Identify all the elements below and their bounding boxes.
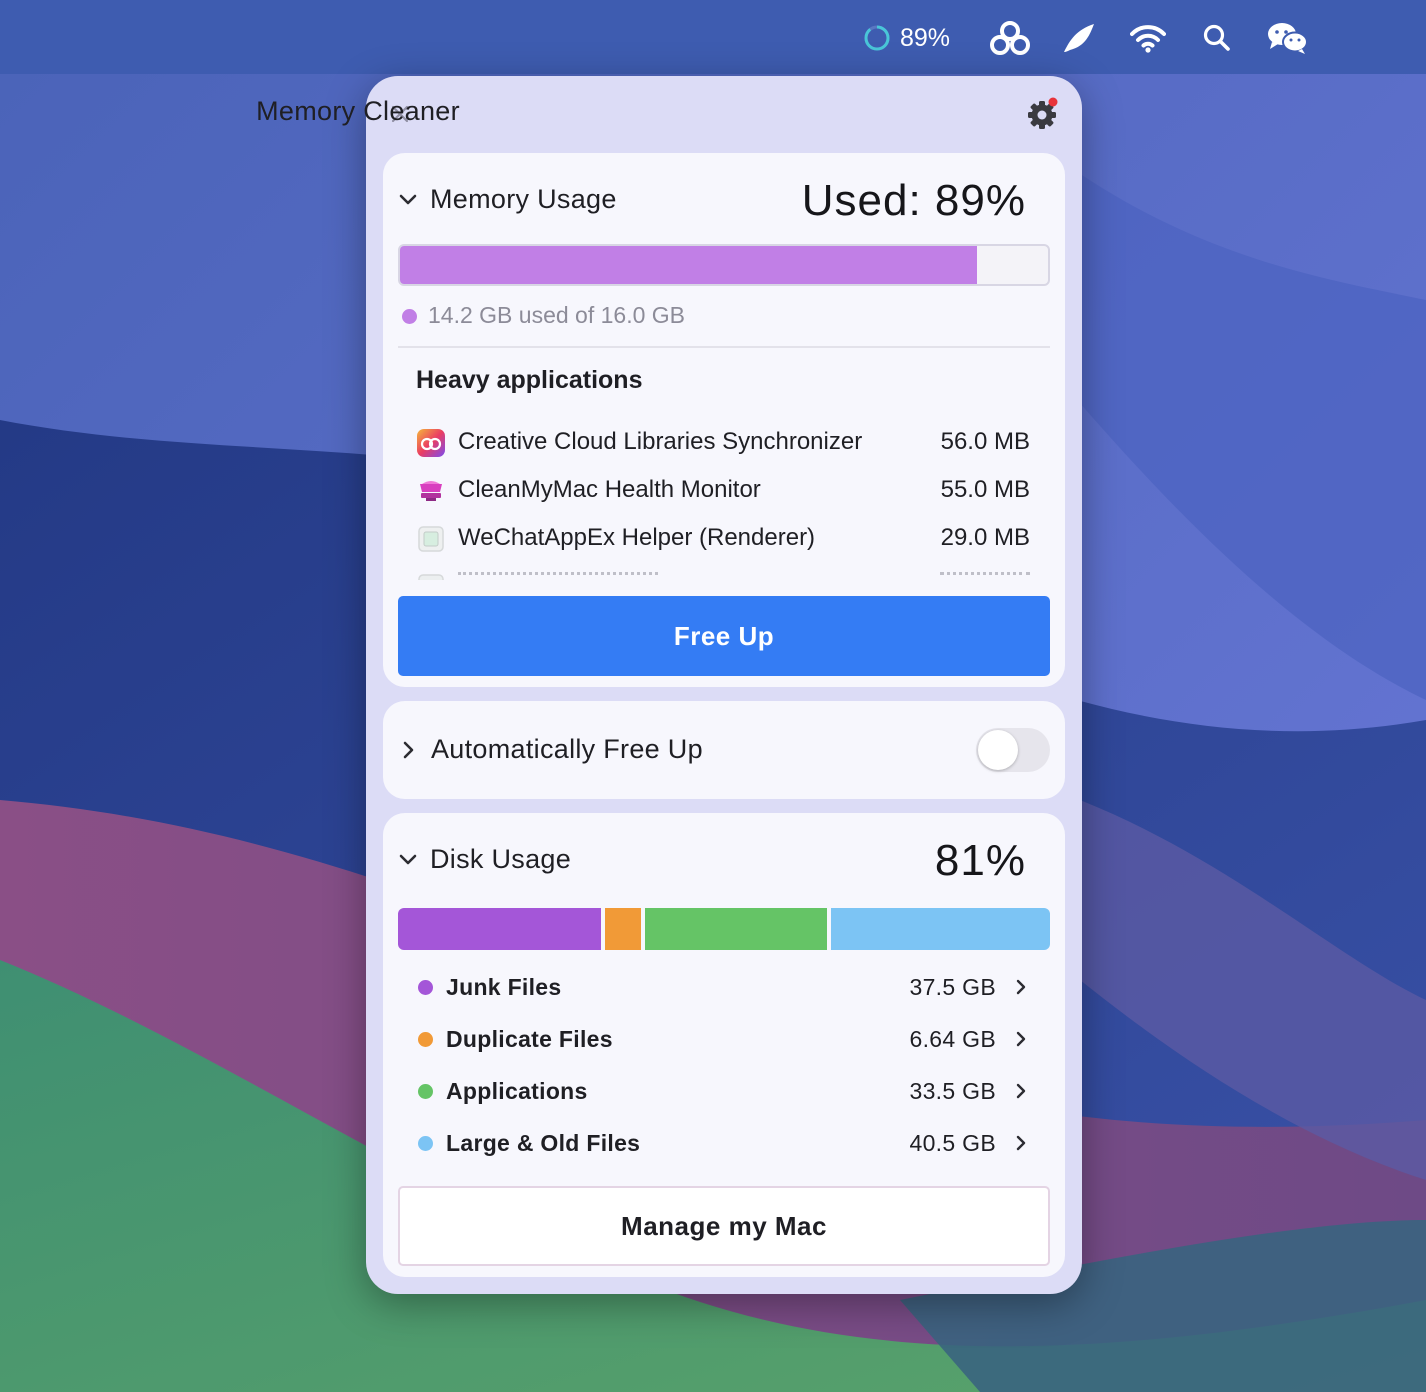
disk-row-size: 6.64 GB — [909, 1026, 996, 1052]
app-memory-size: 29.0 MB — [940, 524, 1030, 551]
chevron-down-icon[interactable] — [397, 849, 419, 871]
toggle-knob — [978, 730, 1018, 770]
disk-row-label: Applications — [446, 1078, 588, 1104]
app-row: WeChatAppEx Helper (Renderer) 29.0 MB — [398, 514, 1050, 562]
memory-summary-text: 14.2 GB used of 16.0 GB — [428, 302, 685, 328]
disk-row-size: 37.5 GB — [909, 974, 996, 1000]
memory-legend-dot — [402, 309, 417, 324]
disk-row-junk-files[interactable]: Junk Files 37.5 GB — [398, 964, 1050, 1012]
disk-row-label: Large & Old Files — [446, 1130, 641, 1156]
chevron-right-icon — [1016, 1031, 1026, 1047]
app-row-partially-hidden — [398, 562, 1050, 580]
heavy-app-list[interactable]: Creative Cloud Libraries Synchronizer 56… — [398, 418, 1050, 580]
chevron-right-icon — [1016, 1083, 1026, 1099]
panel-title: Memory Cleaner — [256, 96, 460, 126]
manage-my-mac-button[interactable]: Manage my Mac — [398, 1186, 1050, 1266]
spotlight-menu-item[interactable] — [1202, 18, 1232, 58]
disk-bar-segment-junk-files — [398, 908, 602, 950]
large-old-files-dot — [418, 1136, 433, 1151]
app-row: CleanMyMac Health Monitor 55.0 MB — [398, 466, 1050, 514]
free-up-button[interactable]: Free Up — [398, 596, 1050, 676]
chevron-right-icon[interactable] — [397, 739, 419, 761]
disk-row-size: 33.5 GB — [909, 1078, 996, 1104]
disk-usage-title: Disk Usage — [430, 844, 572, 874]
cleanmymac-icon — [420, 481, 442, 501]
disk-row-applications[interactable]: Applications 33.5 GB — [398, 1068, 1050, 1116]
feather-menu-item[interactable] — [1060, 18, 1096, 58]
hidden-app-name-fragment — [458, 572, 658, 580]
clover-icon — [990, 21, 1030, 55]
memory-status-text: 89% — [900, 23, 951, 52]
auto-free-up-toggle[interactable] — [976, 728, 1050, 772]
applications-dot — [418, 1084, 433, 1099]
app-name: WeChatAppEx Helper (Renderer) — [458, 524, 816, 551]
memory-status-item[interactable]: 89% — [862, 18, 950, 58]
memory-usage-title: Memory Usage — [430, 184, 617, 214]
duplicate-files-dot — [418, 1032, 433, 1047]
app-name: CleanMyMac Health Monitor — [458, 476, 761, 503]
app-memory-size: 56.0 MB — [940, 428, 1030, 455]
junk-files-dot — [418, 980, 433, 995]
disk-row-large-old-files[interactable]: Large & Old Files 40.5 GB — [398, 1120, 1050, 1168]
disk-bar-segment-large-old-files — [830, 908, 1050, 950]
disk-bar-segment-applications — [645, 908, 827, 950]
hidden-app-size-fragment — [940, 572, 1030, 580]
disk-usage-percent: 81% — [934, 836, 1026, 885]
disk-row-label: Duplicate Files — [446, 1026, 613, 1052]
wifi-icon — [1130, 25, 1166, 53]
chevron-right-icon — [1016, 979, 1026, 995]
wifi-menu-item[interactable] — [1130, 18, 1166, 58]
disk-row-duplicate-files[interactable]: Duplicate Files 6.64 GB — [398, 1016, 1050, 1064]
clover-menu-item[interactable] — [988, 18, 1032, 58]
memory-used-value: Used: 89% — [801, 176, 1026, 225]
wechat-helper-icon — [418, 526, 444, 552]
chevron-right-icon — [1016, 1135, 1026, 1151]
creative-cloud-icon — [417, 429, 445, 457]
app-memory-size: 55.0 MB — [940, 476, 1030, 503]
disk-usage-bar — [398, 908, 1050, 950]
settings-badge — [1048, 97, 1058, 107]
disk-row-size: 40.5 GB — [909, 1130, 996, 1156]
chevron-down-icon[interactable] — [397, 189, 419, 211]
auto-free-up-label: Automatically Free Up — [431, 734, 703, 764]
app-row: Creative Cloud Libraries Synchronizer 56… — [398, 418, 1050, 466]
wechat-icon — [1268, 23, 1308, 54]
search-icon — [1203, 24, 1230, 51]
heavy-applications-title: Heavy applications — [416, 366, 643, 394]
memory-divider — [398, 346, 1050, 348]
memory-usage-bar — [398, 244, 1050, 286]
disk-bar-segment-duplicate-files — [605, 908, 642, 950]
gear-icon[interactable] — [1024, 96, 1060, 132]
feather-icon — [1064, 24, 1094, 52]
app-name: Creative Cloud Libraries Synchronizer — [458, 428, 863, 455]
disk-row-label: Junk Files — [446, 974, 562, 1000]
progress-ring-icon — [864, 25, 890, 51]
memory-usage-fill — [400, 246, 977, 284]
wechat-menu-item[interactable] — [1266, 18, 1310, 58]
app-icon-placeholder — [418, 574, 444, 580]
